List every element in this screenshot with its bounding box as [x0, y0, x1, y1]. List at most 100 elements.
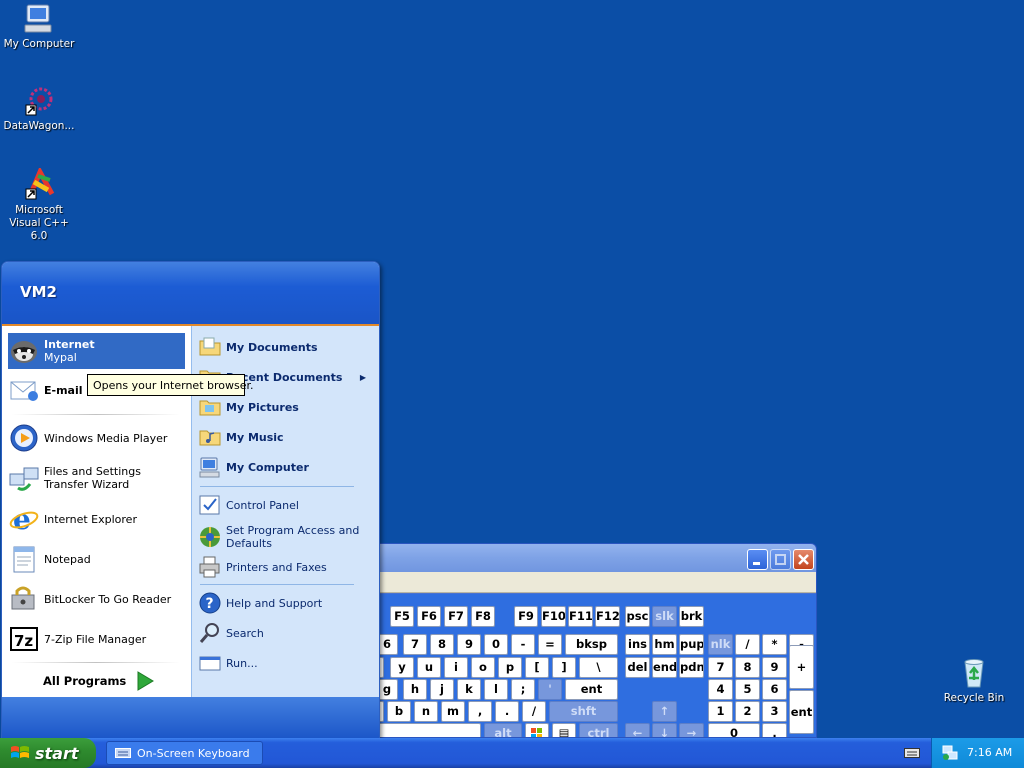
key-pageup[interactable]: pup [679, 634, 704, 655]
key-p[interactable]: p [498, 657, 522, 678]
key-shift[interactable]: shft [549, 701, 618, 722]
key-num-decimal[interactable]: . [762, 723, 787, 737]
key-ctrl[interactable]: ctrl [579, 723, 618, 737]
key-m[interactable]: m [441, 701, 465, 722]
key-7[interactable]: 7 [403, 634, 427, 655]
start-item-7zip[interactable]: 7z 7-Zip File Manager [8, 621, 185, 657]
key-slk[interactable]: slk [652, 606, 677, 627]
key-up-arrow[interactable]: ↑ [652, 701, 677, 722]
key-down-arrow[interactable]: ↓ [652, 723, 677, 737]
key-k[interactable]: k [457, 679, 481, 700]
key-num-4[interactable]: 4 [708, 679, 733, 700]
key-f12[interactable]: F12 [595, 606, 620, 627]
key-f9[interactable]: F9 [514, 606, 538, 627]
key-period[interactable]: . [495, 701, 519, 722]
on-screen-keyboard-window[interactable]: F5 F6 F7 F8 F9 F10 F11 F12 psc slk brk 6… [368, 543, 817, 738]
key-numlock[interactable]: nlk [708, 634, 733, 655]
taskbar-button-osk[interactable]: On-Screen Keyboard [106, 741, 263, 765]
key-comma[interactable]: , [468, 701, 492, 722]
key-0[interactable]: 0 [484, 634, 508, 655]
start-help-support[interactable]: ? Help and Support [198, 590, 376, 616]
key-alt[interactable]: alt [484, 723, 522, 737]
desktop-icon-my-computer[interactable]: My Computer [0, 2, 78, 51]
key-backslash[interactable]: \ [579, 657, 618, 678]
key-num-enter[interactable]: ent [789, 690, 814, 734]
key-slash[interactable]: / [522, 701, 546, 722]
key-f10[interactable]: F10 [541, 606, 566, 627]
desktop-icon-recycle-bin[interactable]: Recycle Bin [935, 656, 1013, 705]
key-i[interactable]: i [444, 657, 468, 678]
desktop-icon-visual-cpp[interactable]: Microsoft Visual C++ 6.0 [0, 166, 78, 243]
minimize-button[interactable] [747, 549, 768, 570]
key-windows[interactable] [525, 723, 549, 737]
key-delete[interactable]: del [625, 657, 650, 678]
start-item-bitlocker[interactable]: BitLocker To Go Reader [8, 581, 185, 617]
key-f7[interactable]: F7 [444, 606, 468, 627]
key-u[interactable]: u [417, 657, 441, 678]
key-semicolon[interactable]: ; [511, 679, 535, 700]
key-j[interactable]: j [430, 679, 454, 700]
start-place-my-music[interactable]: My Music [198, 424, 376, 450]
key-right-bracket[interactable]: ] [552, 657, 576, 678]
key-b[interactable]: b [387, 701, 411, 722]
key-backspace[interactable]: bksp [565, 634, 618, 655]
key-f8[interactable]: F8 [471, 606, 495, 627]
key-left-bracket[interactable]: [ [525, 657, 549, 678]
key-8[interactable]: 8 [430, 634, 454, 655]
key-f6[interactable]: F6 [417, 606, 441, 627]
start-item-internet[interactable]: Internet Mypal [8, 333, 185, 369]
key-menu[interactable]: ▤ [552, 723, 576, 737]
start-setting-control-panel[interactable]: Control Panel [198, 492, 376, 518]
start-place-my-computer[interactable]: My Computer [198, 454, 376, 480]
maximize-button[interactable] [770, 549, 791, 570]
start-setting-program-defaults[interactable]: Set Program Access and Defaults [198, 522, 376, 552]
start-item-notepad[interactable]: Notepad [8, 541, 185, 577]
key-enter[interactable]: ent [565, 679, 618, 700]
all-programs-button[interactable]: All Programs [43, 671, 155, 691]
key-psc[interactable]: psc [625, 606, 650, 627]
start-item-media-player[interactable]: Windows Media Player [8, 420, 185, 456]
key-pagedown[interactable]: pdn [679, 657, 704, 678]
osk-title-bar[interactable] [369, 544, 816, 572]
key-num-multiply[interactable]: * [762, 634, 787, 655]
key-minus[interactable]: - [511, 634, 535, 655]
key-num-0[interactable]: 0 [708, 723, 760, 737]
key-h[interactable]: h [403, 679, 427, 700]
key-num-5[interactable]: 5 [735, 679, 760, 700]
start-button[interactable]: start [0, 738, 96, 768]
key-9[interactable]: 9 [457, 634, 481, 655]
key-home[interactable]: hm [652, 634, 677, 655]
start-place-my-pictures[interactable]: My Pictures [198, 394, 376, 420]
start-place-my-documents[interactable]: My Documents [198, 334, 376, 360]
key-num-6[interactable]: 6 [762, 679, 787, 700]
key-num-divide[interactable]: / [735, 634, 760, 655]
network-icon[interactable] [942, 745, 958, 761]
key-num-3[interactable]: 3 [762, 701, 787, 722]
key-l[interactable]: l [484, 679, 508, 700]
key-space[interactable] [376, 723, 481, 737]
desktop-icon-datawagon[interactable]: DataWagon... [0, 84, 78, 133]
key-num-8[interactable]: 8 [735, 657, 760, 678]
key-num-9[interactable]: 9 [762, 657, 787, 678]
key-insert[interactable]: ins [625, 634, 650, 655]
start-run[interactable]: Run... [198, 650, 376, 676]
key-f11[interactable]: F11 [568, 606, 593, 627]
close-button[interactable] [793, 549, 814, 570]
key-o[interactable]: o [471, 657, 495, 678]
key-num-7[interactable]: 7 [708, 657, 733, 678]
key-left-arrow[interactable]: ← [625, 723, 650, 737]
key-num-2[interactable]: 2 [735, 701, 760, 722]
start-search[interactable]: Search [198, 620, 376, 646]
key-end[interactable]: end [652, 657, 677, 678]
key-f5[interactable]: F5 [390, 606, 414, 627]
key-equals[interactable]: = [538, 634, 562, 655]
start-item-internet-explorer[interactable]: e Internet Explorer [8, 501, 185, 537]
key-brk[interactable]: brk [679, 606, 704, 627]
tray-keyboard-icon[interactable] [904, 746, 920, 760]
key-num-plus[interactable]: + [789, 645, 814, 689]
key-y[interactable]: y [390, 657, 414, 678]
key-num-1[interactable]: 1 [708, 701, 733, 722]
key-right-arrow[interactable]: → [679, 723, 704, 737]
start-item-transfer-wizard[interactable]: Files and Settings Transfer Wizard [8, 458, 185, 498]
key-n[interactable]: n [414, 701, 438, 722]
